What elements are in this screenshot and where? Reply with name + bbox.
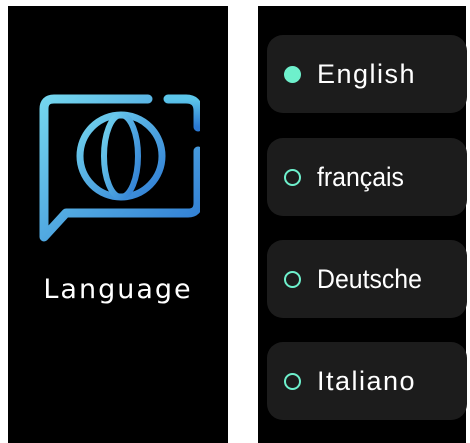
radio-unselected-icon (284, 169, 301, 186)
language-option-label: Deutsche (317, 264, 422, 294)
language-option-label: Italiano (317, 366, 417, 396)
language-option-label: English (317, 59, 417, 89)
language-option-francais[interactable]: français (267, 138, 467, 216)
language-globe-chat-icon (39, 94, 200, 242)
radio-unselected-icon (284, 271, 301, 288)
language-option-deutsche[interactable]: Deutsche (267, 240, 467, 318)
language-list-screen: English français Deutsche Italiano (258, 6, 467, 443)
language-option-label: français (317, 162, 404, 192)
language-option-italiano[interactable]: Italiano (267, 342, 467, 420)
radio-selected-icon (284, 66, 301, 83)
language-option-english[interactable]: English (267, 35, 467, 113)
radio-unselected-icon (284, 373, 301, 390)
language-screen: Language (8, 6, 228, 443)
page-title: Language (43, 274, 193, 305)
